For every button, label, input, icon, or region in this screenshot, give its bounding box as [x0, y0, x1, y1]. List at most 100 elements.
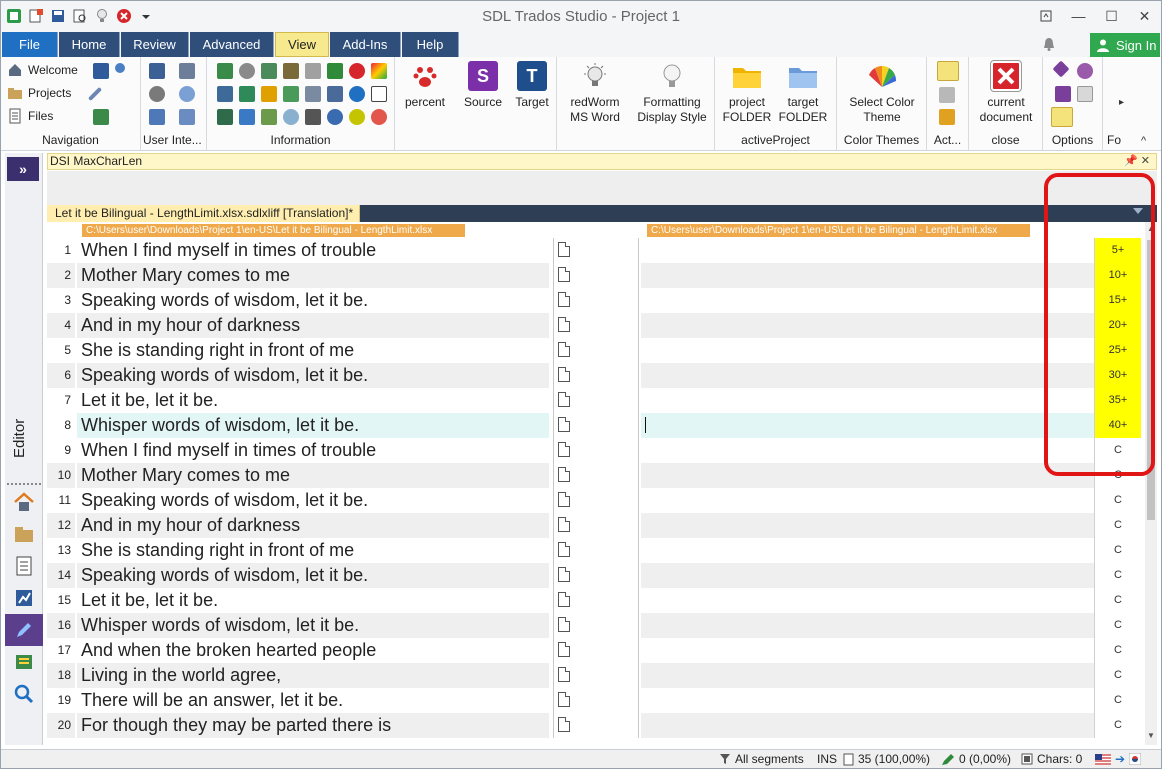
target-segment[interactable]	[641, 688, 1094, 713]
lightbulb-icon[interactable]	[93, 7, 111, 25]
diamond-icon[interactable]	[1052, 60, 1070, 78]
pencil-icon[interactable]	[87, 86, 103, 102]
search-view-icon[interactable]	[5, 678, 43, 710]
qa-icon[interactable]	[217, 86, 233, 102]
welcome-button[interactable]: Welcome	[7, 59, 78, 81]
minimize-button[interactable]: —	[1062, 1, 1095, 31]
maximize-button[interactable]: ☐	[1095, 1, 1128, 31]
tab-view[interactable]: View	[275, 32, 329, 57]
source-segment[interactable]: Whisper words of wisdom, let it be.	[77, 613, 549, 638]
list-icon[interactable]	[283, 63, 299, 79]
window-layout-icon[interactable]	[179, 63, 195, 79]
language-pair[interactable]: ➔	[1095, 752, 1142, 766]
history-icon[interactable]	[327, 86, 343, 102]
segment-row[interactable]: 19 There will be an answer, let it be. C	[47, 688, 1145, 713]
filter-icon[interactable]	[327, 63, 343, 79]
segment-status-cell[interactable]	[553, 613, 639, 638]
remove-icon[interactable]	[349, 63, 365, 79]
segment-row[interactable]: 7 Let it be, let it be. 35+	[47, 388, 1145, 413]
target-segment[interactable]	[641, 588, 1094, 613]
segment-row[interactable]: 18 Living in the world agree, C	[47, 663, 1145, 688]
expand-sidebar-button[interactable]: »	[7, 157, 39, 181]
search-icon[interactable]	[115, 63, 125, 73]
segment-status-cell[interactable]	[553, 663, 639, 688]
source-segment[interactable]: When I find myself in times of trouble	[77, 238, 549, 263]
save-icon[interactable]	[49, 7, 67, 25]
source-segment[interactable]: Speaking words of wisdom, let it be.	[77, 288, 549, 313]
target-segment[interactable]	[641, 238, 1094, 263]
segment-status-cell[interactable]	[553, 713, 639, 738]
view-icon[interactable]	[179, 86, 195, 102]
target-button[interactable]: T Target	[511, 61, 553, 110]
source-segment[interactable]: And in my hour of darkness	[77, 513, 549, 538]
verify-icon[interactable]	[239, 86, 255, 102]
new-document-icon[interactable]	[27, 7, 45, 25]
display-icon[interactable]	[179, 109, 195, 125]
customize-qat-icon[interactable]	[137, 7, 155, 25]
tag-icon[interactable]	[283, 86, 299, 102]
eye-icon[interactable]	[283, 109, 299, 125]
copy-icon[interactable]	[239, 109, 255, 125]
source-segment[interactable]: Let it be, let it be.	[77, 588, 549, 613]
source-segment[interactable]: Whisper words of wisdom, let it be.	[77, 413, 549, 438]
target-segment[interactable]	[641, 463, 1094, 488]
comment-icon[interactable]	[239, 63, 255, 79]
color-icon[interactable]	[371, 63, 387, 79]
segment-status-cell[interactable]	[553, 413, 639, 438]
target-segment[interactable]	[641, 513, 1094, 538]
segment-row[interactable]: 13 She is standing right in front of me C	[47, 538, 1145, 563]
segment-status-cell[interactable]	[553, 638, 639, 663]
segment-status-cell[interactable]	[553, 563, 639, 588]
copy-action-icon[interactable]	[939, 87, 955, 103]
reports-view-icon[interactable]	[5, 582, 43, 614]
projects-button[interactable]: Projects	[7, 82, 71, 104]
source-segment[interactable]: Speaking words of wisdom, let it be.	[77, 488, 549, 513]
segment-row[interactable]: 3 Speaking words of wisdom, let it be. 15+	[47, 288, 1145, 313]
source-segment[interactable]: And when the broken hearted people	[77, 638, 549, 663]
segment-row[interactable]: 15 Let it be, let it be. C	[47, 588, 1145, 613]
segment-row[interactable]: 8 Whisper words of wisdom, let it be. 40+	[47, 413, 1145, 438]
funnel-icon[interactable]	[305, 109, 321, 125]
target-segment[interactable]	[641, 313, 1094, 338]
segment-status-cell[interactable]	[553, 288, 639, 313]
puzzle-icon[interactable]	[939, 109, 955, 125]
globe-icon[interactable]	[349, 86, 365, 102]
lookup-icon[interactable]	[327, 109, 343, 125]
segment-status-cell[interactable]	[553, 338, 639, 363]
expand-down-icon[interactable]	[937, 61, 959, 81]
segment-row[interactable]: 17 And when the broken hearted people C	[47, 638, 1145, 663]
tab-file[interactable]: File	[2, 32, 58, 57]
insert-mode[interactable]: INS	[817, 752, 837, 766]
select-color-theme-button[interactable]: Select Color Theme	[841, 61, 923, 125]
segment-status-cell[interactable]	[553, 463, 639, 488]
close-window-button[interactable]: ✕	[1128, 1, 1161, 31]
target-folder-button[interactable]: target FOLDER	[777, 61, 829, 125]
source-segment[interactable]: Mother Mary comes to me	[77, 263, 549, 288]
segment-row[interactable]: 12 And in my hour of darkness C	[47, 513, 1145, 538]
files-view-icon[interactable]	[5, 550, 43, 582]
tab-add-ins[interactable]: Add-Ins	[330, 32, 401, 57]
termbase-icon[interactable]	[93, 109, 109, 125]
comment-options-icon[interactable]	[1077, 86, 1093, 102]
gear-icon[interactable]	[371, 109, 387, 125]
target-segment[interactable]	[641, 713, 1094, 738]
tab-review[interactable]: Review	[121, 32, 189, 57]
segment-status-cell[interactable]	[553, 438, 639, 463]
source-segment[interactable]: She is standing right in front of me	[77, 338, 549, 363]
source-segment[interactable]: And in my hour of darkness	[77, 313, 549, 338]
editor-view-icon[interactable]	[5, 614, 43, 646]
source-segment[interactable]: She is standing right in front of me	[77, 538, 549, 563]
segment-row[interactable]: 5 She is standing right in front of me 25+	[47, 338, 1145, 363]
target-segment[interactable]	[641, 338, 1094, 363]
segment-status-cell[interactable]	[553, 538, 639, 563]
preview-icon[interactable]	[71, 7, 89, 25]
source-segment[interactable]: Speaking words of wisdom, let it be.	[77, 563, 549, 588]
project-folder-button[interactable]: project FOLDER	[721, 61, 773, 125]
vertical-scrollbar[interactable]: ▲ ▼	[1145, 222, 1157, 745]
translation-memories-view-icon[interactable]	[5, 646, 43, 678]
segment-status-cell[interactable]	[553, 488, 639, 513]
termbase-lookup-icon[interactable]	[261, 86, 277, 102]
stop-icon[interactable]	[115, 7, 133, 25]
tab-home[interactable]: Home	[59, 32, 120, 57]
info-grid-icon[interactable]	[217, 63, 233, 79]
